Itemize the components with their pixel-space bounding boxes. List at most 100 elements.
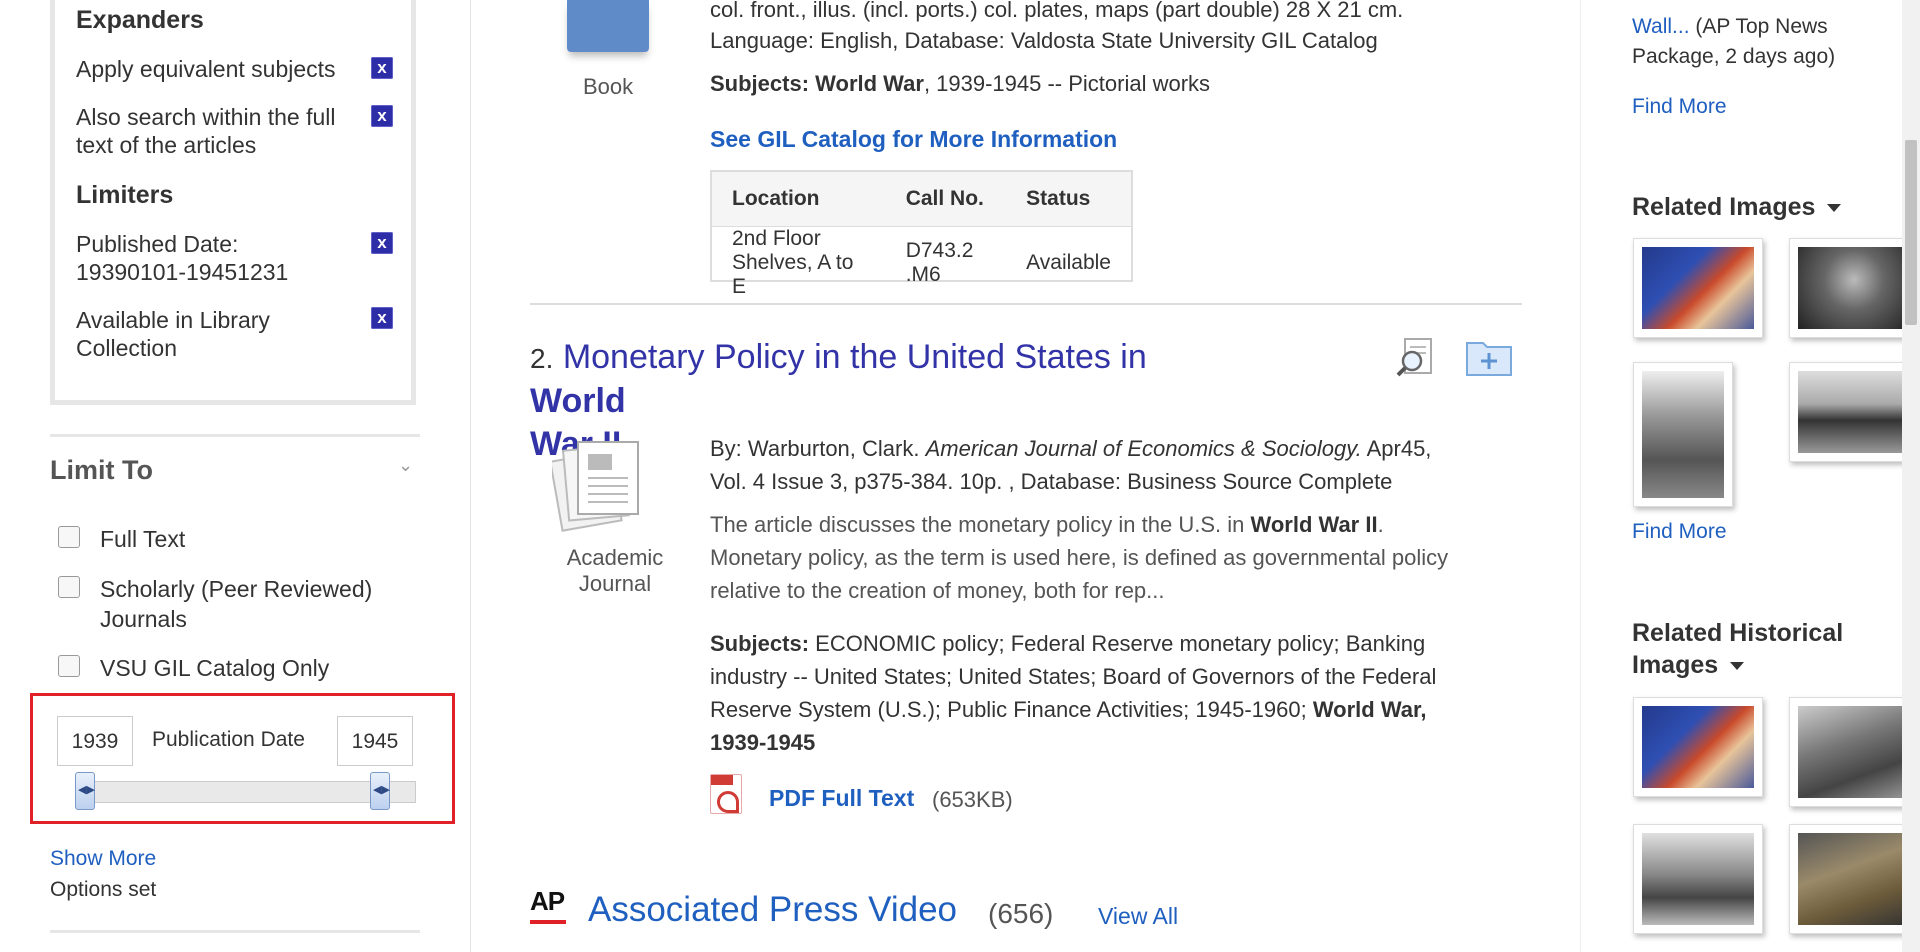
citation-text: Vol. 4 Issue 3, p375-384. 10p. , Databas…	[710, 469, 1393, 494]
subject-link[interactable]: World War,	[1313, 697, 1427, 722]
related-historical-images-heading[interactable]: Related Historical Images	[1632, 617, 1843, 681]
type-line: Journal	[578, 571, 652, 596]
result-type-label: Academic Journal	[550, 545, 680, 597]
remove-expander-button[interactable]: x	[371, 57, 393, 79]
ap-logo: AP	[530, 886, 567, 924]
historical-image-thumbnail[interactable]	[1789, 697, 1919, 807]
date-to-input[interactable]: 1945	[337, 716, 413, 766]
title-text-bold[interactable]: World	[530, 382, 626, 420]
pdf-size: (653KB)	[932, 787, 1013, 812]
right-sidebar: Wall... (AP Top News Package, 2 days ago…	[1580, 0, 1920, 952]
checkbox-label: VSU GIL Catalog Only	[100, 655, 330, 681]
result-divider	[530, 303, 1522, 305]
chevron-down-icon[interactable]: ⌄	[398, 455, 413, 476]
historical-image-thumbnail[interactable]	[1633, 697, 1763, 797]
pdf-icon[interactable]	[710, 774, 742, 814]
slider-handle-end[interactable]: ◀▶	[370, 772, 390, 810]
subject-text: , 1939-1945 -- Pictorial works	[923, 71, 1211, 96]
result-description: Language: English, Database: Valdosta St…	[710, 28, 1378, 53]
divider	[50, 930, 420, 933]
related-image-thumbnail[interactable]	[1789, 238, 1919, 338]
checkbox[interactable]	[58, 655, 80, 677]
expanders-heading: Expanders	[76, 6, 204, 34]
heading-text: Related Historical	[1632, 619, 1844, 647]
see-gil-catalog-link[interactable]: See GIL Catalog for More Information	[710, 126, 1117, 153]
subject-link[interactable]: Reserve System (U.S.); Public Finance Ac…	[710, 697, 1313, 722]
add-to-folder-icon[interactable]	[1465, 337, 1513, 377]
slider-handle-start[interactable]: ◀▶	[75, 772, 95, 810]
table-header-row: Location Call No. Status	[712, 172, 1131, 227]
ap-video-count: (656)	[988, 898, 1054, 929]
checkbox[interactable]	[58, 526, 80, 548]
journal-link[interactable]: American Journal of Economics & Sociolog…	[926, 436, 1362, 461]
cell-status: Available	[1026, 251, 1111, 274]
left-sidebar: Expanders Apply equivalent subjects x Al…	[0, 0, 471, 952]
date-range-slider[interactable]	[81, 781, 416, 803]
remove-limiter-button[interactable]: x	[371, 307, 393, 329]
limit-to-heading[interactable]: Limit To	[50, 455, 153, 486]
heading-text: Images	[1632, 651, 1719, 679]
find-more-link[interactable]: Find More	[1632, 95, 1727, 119]
column-header-location: Location	[712, 172, 886, 227]
preview-magnifier-icon[interactable]	[1395, 337, 1435, 377]
checkbox[interactable]	[58, 576, 80, 598]
pdf-full-text-link[interactable]: PDF Full Text	[769, 785, 914, 812]
related-image-thumbnail[interactable]	[1633, 362, 1733, 507]
book-icon[interactable]	[567, 0, 649, 52]
news-source: Package, 2 days ago)	[1632, 45, 1836, 68]
academic-journal-icon[interactable]	[549, 438, 652, 533]
options-set-text: Options set	[50, 878, 157, 901]
heading-text: Related Images	[1632, 193, 1816, 221]
publication-date-label: Publication Date	[152, 728, 305, 751]
result-number: 2.	[530, 343, 554, 374]
subjects-label: Subjects:	[710, 71, 810, 96]
column-header-call-no: Call No.	[885, 172, 1007, 227]
limiters-heading: Limiters	[76, 181, 174, 209]
show-more-link[interactable]: Show More	[50, 847, 156, 871]
type-line: Academic	[566, 545, 664, 570]
subject-link[interactable]: World War	[815, 71, 924, 96]
related-image-thumbnail[interactable]	[1633, 238, 1763, 338]
column-header-status: Status	[1006, 172, 1131, 227]
related-images-heading[interactable]: Related Images	[1632, 193, 1842, 222]
historical-image-thumbnail[interactable]	[1789, 824, 1919, 934]
limiter-library-collection: Available in Library Collection	[76, 307, 270, 361]
author-text: By: Warburton, Clark.	[710, 436, 926, 461]
news-item: Wall... (AP Top News Package, 2 days ago…	[1632, 12, 1892, 72]
ap-video-title[interactable]: Associated Press Video	[588, 890, 957, 930]
divider	[50, 434, 420, 437]
result-subjects: Subjects: World War, 1939-1945 -- Pictor…	[710, 67, 1210, 100]
chevron-down-icon[interactable]	[1827, 204, 1842, 213]
checkbox-label: Scholarly (Peer Reviewed) Journals	[100, 576, 373, 632]
holdings-table: Location Call No. Status 2nd Floor Shelv…	[710, 170, 1133, 298]
checkbox-label: Full Text	[100, 526, 186, 552]
chevron-down-icon[interactable]	[1730, 662, 1745, 671]
result-subjects: Subjects: ECONOMIC policy; Federal Reser…	[710, 627, 1540, 759]
expander-apply-equivalent: Apply equivalent subjects	[76, 56, 336, 82]
publication-date-limiter: 1939 Publication Date 1945 ◀▶ ◀▶	[30, 693, 455, 824]
result-description: col. front., illus. (incl. ports.) col. …	[710, 0, 1404, 22]
remove-expander-button[interactable]: x	[371, 105, 393, 127]
scrollbar-thumb[interactable]	[1905, 140, 1917, 325]
abstract-text: .	[1377, 512, 1384, 537]
abstract-text: The article discusses the monetary polic…	[710, 512, 1251, 537]
related-image-thumbnail[interactable]	[1789, 362, 1919, 462]
results-list: Book col. front., illus. (incl. ports.) …	[470, 0, 1580, 952]
subject-link[interactable]: industry -- United States; United States…	[710, 664, 1436, 689]
date-from-input[interactable]: 1939	[57, 716, 133, 766]
subject-link[interactable]: ECONOMIC policy; Federal Reserve monetar…	[809, 631, 1425, 656]
news-link[interactable]: Wall...	[1632, 15, 1690, 38]
view-all-link[interactable]: View All	[1098, 903, 1178, 930]
result-type-label: Book	[583, 74, 634, 99]
remove-limiter-button[interactable]: x	[371, 232, 393, 254]
historical-image-thumbnail[interactable]	[1633, 824, 1763, 934]
result-citation: By: Warburton, Clark. American Journal o…	[710, 432, 1530, 498]
subjects-label: Subjects:	[710, 631, 810, 656]
news-source: (AP Top News	[1689, 15, 1828, 38]
find-more-link[interactable]: Find More	[1632, 520, 1727, 544]
table-row: 2nd Floor Shelves, A to E D743.2 .M6 Ava…	[712, 227, 1131, 300]
cell-location: 2nd Floor Shelves, A to E	[732, 227, 854, 298]
subject-link[interactable]: 1939-1945	[710, 730, 815, 755]
title-text[interactable]: Monetary Policy in the United States in	[563, 338, 1147, 376]
scrollbar[interactable]	[1902, 0, 1920, 952]
